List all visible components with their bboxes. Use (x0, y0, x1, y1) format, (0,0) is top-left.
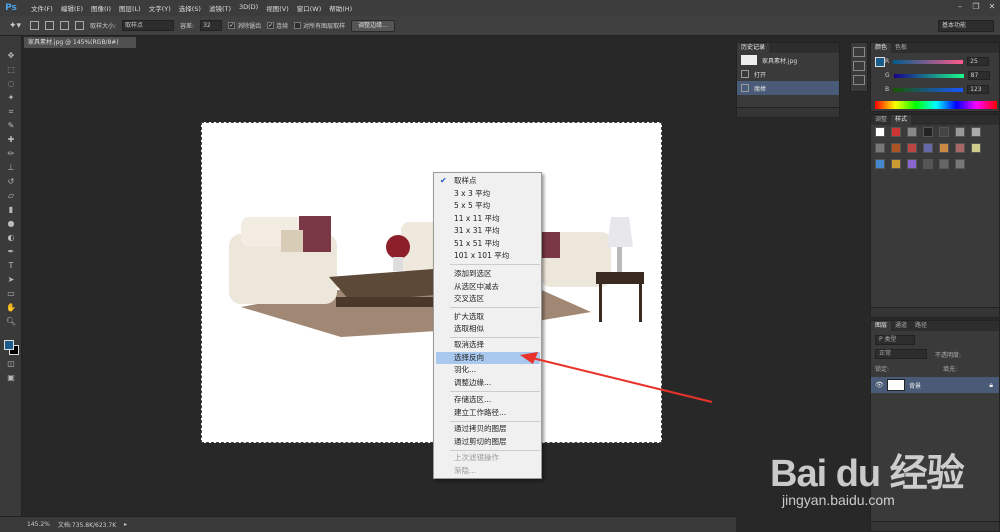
status-menu-arrow-icon[interactable]: ▸ (124, 521, 127, 528)
document-size: 文档:735.8K/623.7K (57, 522, 117, 529)
slider-value[interactable]: 123 (967, 85, 990, 94)
style-swatch[interactable] (907, 127, 917, 137)
slider-track[interactable] (893, 59, 964, 64)
watermark-brand: Bai du 经验 (770, 453, 965, 495)
tab-paths[interactable]: 路径 (911, 321, 931, 331)
color-panel-tabs: 颜色 色板 (871, 43, 999, 53)
history-row-label: 打开 (754, 71, 767, 79)
red-slider[interactable]: R 25 (885, 57, 990, 66)
lock-icon: 🔒︎ (989, 380, 993, 389)
zoom-level[interactable]: 145.2% (27, 521, 50, 528)
layer-row-background[interactable]: 👁︎ 背景 🔒︎ (871, 377, 999, 393)
styles-panel-tabs: 调整 样式 (871, 115, 999, 125)
history-panel-tabs: 历史记录 (737, 43, 839, 53)
style-swatch[interactable] (891, 159, 901, 169)
foreground-color-swatch[interactable] (4, 340, 14, 350)
magic-wand-icon (741, 84, 749, 92)
slider-track[interactable] (893, 87, 964, 92)
watermark-url: jingyan.baidu.com (782, 492, 895, 508)
color-spectrum[interactable] (875, 101, 997, 109)
layer-name: 背景 (909, 382, 922, 390)
eye-icon[interactable]: 👁︎ (875, 381, 884, 389)
style-swatch[interactable] (923, 159, 933, 169)
style-swatch[interactable] (907, 159, 917, 169)
style-swatch[interactable] (875, 143, 885, 153)
properties-icon[interactable] (853, 47, 865, 57)
blend-mode-select[interactable]: 正常 (875, 349, 927, 359)
style-swatch[interactable] (955, 159, 965, 169)
lock-label: 锁定: (875, 366, 890, 373)
style-swatch[interactable] (923, 127, 933, 137)
slider-track[interactable] (893, 73, 964, 78)
history-panel: 历史记录 家具素材.jpg 打开 魔棒 (736, 42, 840, 118)
history-panel-footer (737, 107, 839, 117)
info-icon[interactable] (853, 61, 865, 71)
tab-channels[interactable]: 通道 (891, 321, 911, 331)
status-bar: 145.2% 文档:735.8K/623.7K ▸ (0, 516, 736, 532)
navigator-icon[interactable] (853, 75, 865, 85)
layer-thumbnail (887, 379, 905, 391)
style-swatch[interactable] (923, 143, 933, 153)
style-swatch[interactable] (955, 143, 965, 153)
style-swatch[interactable] (907, 143, 917, 153)
styles-panel-footer (871, 307, 999, 317)
green-slider[interactable]: G 87 (885, 71, 990, 80)
tab-color[interactable]: 颜色 (871, 43, 892, 53)
slider-value[interactable]: 87 (967, 71, 990, 80)
slider-label: R (885, 58, 890, 65)
style-swatch[interactable] (891, 127, 901, 137)
style-swatch[interactable] (955, 127, 965, 137)
tab-swatches[interactable]: 色板 (891, 43, 911, 53)
history-row-label: 魔棒 (754, 85, 767, 93)
history-row-open[interactable]: 打开 (737, 67, 839, 81)
slider-label: G (885, 72, 890, 79)
style-swatch[interactable] (891, 143, 901, 153)
color-panel: 颜色 色板 R 25 G 87 B 123 (870, 42, 1000, 112)
tab-layers[interactable]: 图层 (871, 321, 892, 331)
styles-panel: 调整 样式 (870, 114, 1000, 318)
blue-slider[interactable]: B 123 (885, 85, 990, 94)
style-swatch[interactable] (971, 127, 981, 137)
style-swatch[interactable] (939, 127, 949, 137)
layer-filter-select[interactable]: P 类型 (875, 335, 915, 345)
panel-icon-strip (850, 42, 868, 92)
slider-label: B (885, 86, 890, 93)
fill-label: 填充: (943, 366, 958, 373)
tab-history[interactable]: 历史记录 (737, 43, 770, 53)
style-swatch[interactable] (939, 159, 949, 169)
history-snapshot-row[interactable]: 家具素材.jpg (737, 53, 839, 67)
history-row-label: 家具素材.jpg (762, 57, 798, 65)
snapshot-thumbnail (741, 55, 757, 65)
foreground-color-preview[interactable] (875, 57, 885, 67)
baidu-watermark: Bai du 经验 jingyan.baidu.com (760, 420, 1000, 532)
slider-value[interactable]: 25 (967, 57, 990, 66)
history-row-magic-wand[interactable]: 魔棒 (737, 81, 839, 95)
document-icon (741, 70, 749, 78)
tab-adjustments[interactable]: 调整 (871, 115, 891, 125)
style-swatch[interactable] (875, 127, 885, 137)
layers-panel-tabs: 图层 通道 路径 (871, 321, 999, 331)
opacity-label: 不透明度: (935, 352, 962, 359)
style-swatch[interactable] (875, 159, 885, 169)
tab-styles[interactable]: 样式 (891, 115, 912, 125)
style-swatch[interactable] (939, 143, 949, 153)
style-swatch[interactable] (971, 143, 981, 153)
